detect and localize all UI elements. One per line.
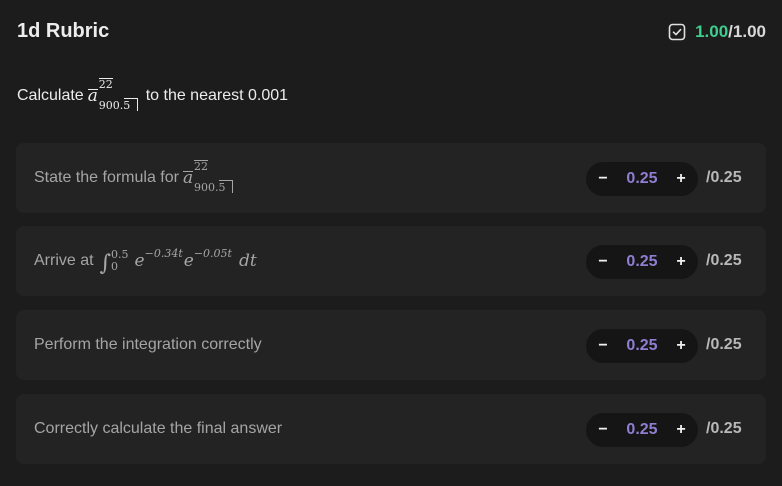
increment-button[interactable]: + <box>674 421 688 439</box>
points-stepper[interactable]: − 0.25 + <box>586 162 698 196</box>
points-value[interactable]: 0.25 <box>626 253 657 271</box>
exp-power: −0.05t <box>193 246 232 260</box>
annuity-superscript: 22 <box>193 160 208 173</box>
rubric-item-label: State the formula for a 22 900.5 <box>34 143 241 213</box>
rubric-item-text: Arrive at <box>34 252 94 269</box>
points-value[interactable]: 0.25 <box>626 337 657 355</box>
max-points: /0.25 <box>706 252 742 269</box>
question-suffix: to the nearest 0.001 <box>145 87 289 104</box>
rubric-item-label: Arrive at ∫ 0.5 0 e −0.34t e −0.05t dt <box>34 226 257 296</box>
max-points: /0.25 <box>706 336 742 353</box>
exp-base: e <box>183 251 194 271</box>
annuity-subscript: 900.5 <box>98 99 131 112</box>
annuity-symbol: a 22 900.5 <box>182 160 235 194</box>
points-stepper[interactable]: − 0.25 + <box>586 413 698 447</box>
question-text: Calculate a 22 900.5 to the nearest 0.00… <box>17 78 289 112</box>
max-points: /0.25 <box>706 420 742 437</box>
points-stepper[interactable]: − 0.25 + <box>586 245 698 279</box>
total-score: 1.00/1.00 <box>668 22 766 42</box>
integral-differential: dt <box>238 251 257 271</box>
rubric-item: Perform the integration correctly − 0.25… <box>16 310 766 380</box>
exp-base: e <box>134 251 145 271</box>
increment-button[interactable]: + <box>674 253 688 271</box>
max-points: /0.25 <box>706 169 742 186</box>
question-prefix: Calculate <box>17 87 84 104</box>
decrement-button[interactable]: − <box>596 253 610 271</box>
score-total: 1.00 <box>732 22 766 41</box>
rubric-item: State the formula for a 22 900.5 − 0.25 … <box>16 143 766 213</box>
score-earned: 1.00 <box>695 22 729 41</box>
annuity-symbol: a 22 900.5 <box>87 78 140 112</box>
decrement-button[interactable]: − <box>596 421 610 439</box>
decrement-button[interactable]: − <box>596 170 610 188</box>
annuity-superscript: 22 <box>98 78 113 91</box>
rubric-item-text: Perform the integration correctly <box>34 336 262 353</box>
rubric-header: 1d Rubric 1.00/1.00 <box>0 0 782 66</box>
points-value[interactable]: 0.25 <box>626 421 657 439</box>
increment-button[interactable]: + <box>674 170 688 188</box>
rubric-item-text: State the formula for <box>34 169 179 186</box>
rubric-item: Correctly calculate the final answer − 0… <box>16 394 766 464</box>
rubric-title: 1d Rubric <box>17 20 110 42</box>
rubric-item: Arrive at ∫ 0.5 0 e −0.34t e −0.05t dt − 0.… <box>16 226 766 296</box>
integral-lower-limit: 0 <box>111 260 119 273</box>
check-square-icon <box>668 23 686 41</box>
rubric-item-text: Correctly calculate the final answer <box>34 420 283 437</box>
annuity-subscript: 900.5 <box>193 181 226 194</box>
integral-expression: ∫ 0.5 0 e −0.34t e −0.05t dt <box>99 246 257 276</box>
points-value[interactable]: 0.25 <box>626 170 657 188</box>
increment-button[interactable]: + <box>674 337 688 355</box>
points-stepper[interactable]: − 0.25 + <box>586 329 698 363</box>
decrement-button[interactable]: − <box>596 337 610 355</box>
exp-power: −0.34t <box>144 246 183 260</box>
